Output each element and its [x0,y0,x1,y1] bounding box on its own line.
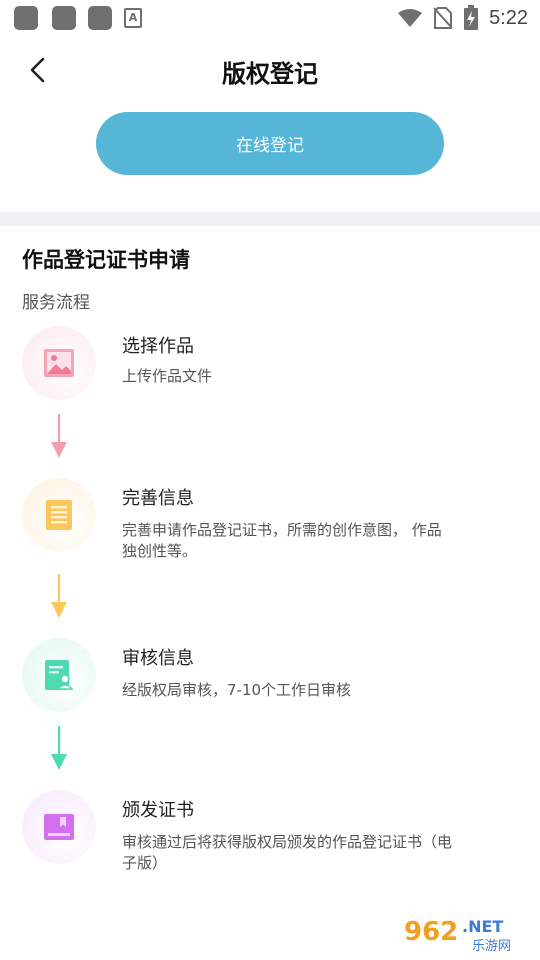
reviewer-document-icon [45,660,74,690]
app-header: 版权登记 [0,40,540,100]
no-sim-icon [433,7,453,29]
font-a-icon: A [124,8,142,28]
image-icon [44,349,74,377]
step-icon-bg [22,326,96,400]
section-title: 作品登记证书申请 [22,248,190,272]
site-watermark-logo: 962 .NET 乐游网 [400,912,532,956]
app-notification-icon [14,6,38,30]
step-icon-bg [22,790,96,864]
online-register-button[interactable]: 在线登记 [96,112,444,175]
status-bar: A 5:22 [0,0,540,36]
step-icon-bg [22,478,96,552]
page-title: 版权登记 [222,60,318,88]
clock-time: 5:22 [489,6,528,29]
service-process-label: 服务流程 [22,293,90,313]
section-divider [0,212,540,226]
arrow-down-icon [51,574,67,618]
step-title: 完善信息 [122,488,194,509]
battery-charging-icon [464,5,479,30]
step-description: 完善申请作品登记证书，所需的创作意图， 作品独创性等。 [122,521,442,560]
wifi-icon [398,9,423,27]
step-title: 审核信息 [122,648,194,669]
watermark-number: 962 [404,917,458,947]
document-lines-icon [46,500,72,530]
app-notification-icon [88,6,112,30]
step-description: 审核通过后将获得版权局颁发的作品登记证书（电子版） [122,833,453,872]
watermark-suffix: .NET [462,917,503,936]
watermark-caption: 乐游网 [472,939,511,954]
step-title: 选择作品 [122,336,194,357]
step-description: 上传作品文件 [122,367,213,385]
step-icon-bg [22,638,96,712]
app-notification-icon [52,6,76,30]
step-description: 经版权局审核，7-10个工作日审核 [122,681,352,699]
arrow-down-icon [51,726,67,770]
arrow-down-icon [51,414,67,458]
certificate-tray-icon [44,814,74,840]
step-title: 颁发证书 [122,800,194,821]
